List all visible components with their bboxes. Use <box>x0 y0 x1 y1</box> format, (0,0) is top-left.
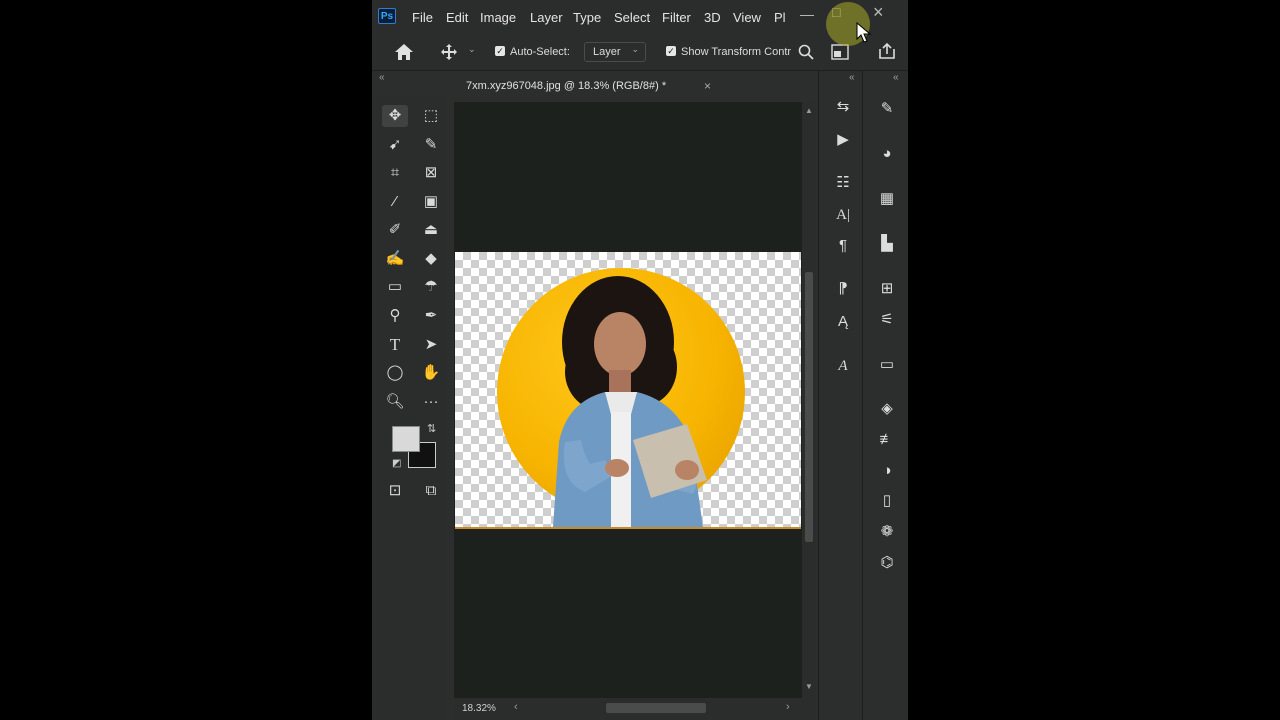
eyedropper-tool[interactable]: ⁄ <box>382 191 408 213</box>
menu-3d[interactable]: 3D <box>704 10 721 25</box>
lasso-tool[interactable]: ➹ <box>382 134 408 156</box>
layers-panel-icon[interactable]: ◈ <box>874 398 900 420</box>
photoshop-logo: Ps <box>378 8 396 24</box>
document-tab-title[interactable]: 7xm.xyz967048.jpg @ 18.3% (RGB/8#) * <box>466 80 666 92</box>
panel-dock-secondary: ⇆ ▶ ☷ A| ¶ ⁋ Ą A <box>830 88 866 608</box>
close-button[interactable]: × <box>873 2 884 23</box>
paths-panel-icon[interactable]: ⌬ <box>874 552 900 574</box>
auto-select-target-dropdown[interactable]: Layer ⌄ <box>584 42 646 62</box>
color-panel-icon[interactable]: ◕ <box>874 143 900 165</box>
menu-view[interactable]: View <box>733 10 761 25</box>
menu-select[interactable]: Select <box>614 10 650 25</box>
default-colors-icon[interactable]: ◩ <box>392 458 401 469</box>
canvas-area[interactable] <box>454 102 802 698</box>
close-document-icon[interactable]: × <box>704 79 711 93</box>
scroll-right-icon[interactable]: › <box>786 701 790 713</box>
menu-image[interactable]: Image <box>480 10 516 25</box>
tools-panel: ✥ ⬚ ➹ ✎ ⌗ ⊠ ⁄ ▣ ✐ ⏏ ✍ ◆ ▭ ☂ ⚲ ✒ T ➤ ◯ ✋ … <box>372 96 446 720</box>
panel-collapse-icon[interactable]: « <box>849 72 855 83</box>
status-bar: 18.32% ‹ › <box>454 698 816 720</box>
panel-collapse-icon[interactable]: « <box>893 72 899 83</box>
show-transform-checkbox[interactable]: ✓ <box>666 46 676 56</box>
swap-colors-icon[interactable]: ⇅ <box>427 422 436 435</box>
options-bar: ⌄ ✓ Auto-Select: Layer ⌄ ✓ Show Transfor… <box>372 34 908 71</box>
chevron-down-icon[interactable]: ⌄ <box>468 44 476 55</box>
crop-tool[interactable]: ⌗ <box>382 162 408 184</box>
paragraph-panel-icon[interactable]: ¶ <box>830 235 856 257</box>
panel-divider <box>818 70 819 720</box>
horizontal-scroll-thumb[interactable] <box>606 703 706 713</box>
notes-panel-icon[interactable]: ▯ <box>874 490 900 512</box>
move-tool-icon[interactable] <box>440 43 458 61</box>
menu-plugins[interactable]: Pl <box>774 10 786 25</box>
foreground-color-swatch[interactable] <box>392 426 420 452</box>
gradients-panel-icon[interactable]: ▭ <box>874 354 900 376</box>
zoom-level[interactable]: 18.32% <box>462 703 496 714</box>
mouse-cursor-icon <box>856 22 872 43</box>
clone-stamp-tool[interactable]: ⏏ <box>418 219 444 241</box>
chevron-down-icon: ⌄ <box>631 44 639 54</box>
path-selection-tool[interactable]: ➤ <box>418 334 444 356</box>
woman-with-tablet-photo <box>553 276 707 527</box>
type-tool[interactable]: T <box>382 334 408 356</box>
paragraph-styles-icon[interactable]: ⁋ <box>830 278 856 300</box>
menu-edit[interactable]: Edit <box>446 10 468 25</box>
frame-tool[interactable]: ⊠ <box>418 162 444 184</box>
scroll-up-icon[interactable]: ▲ <box>805 106 813 115</box>
document-image[interactable] <box>455 252 801 529</box>
home-icon[interactable] <box>394 43 414 61</box>
move-tool[interactable]: ✥ <box>382 105 408 127</box>
workspace-icon[interactable] <box>831 44 849 60</box>
show-transform-label: Show Transform Contr <box>681 46 792 58</box>
marquee-tool[interactable]: ⬚ <box>418 105 444 127</box>
actions-panel-icon[interactable]: ▶ <box>830 129 856 151</box>
properties-panel-icon[interactable]: ☷ <box>830 172 856 194</box>
hand-tool[interactable]: ✋ <box>418 362 444 384</box>
character-panel-icon[interactable]: A| <box>830 204 856 226</box>
ellipse-tool[interactable]: ◯ <box>382 362 408 384</box>
history-panel-icon[interactable]: ⇆ <box>830 96 856 118</box>
swatches-panel-icon[interactable]: ▦ <box>874 188 900 210</box>
vertical-scroll-thumb[interactable] <box>805 272 813 542</box>
auto-select-checkbox[interactable]: ✓ <box>495 46 505 56</box>
quick-selection-tool[interactable]: ✎ <box>418 134 444 156</box>
toolbar-collapse-icon[interactable]: « <box>379 72 385 83</box>
glyphs-panel-icon[interactable]: A <box>830 355 856 377</box>
history-brush-tool[interactable]: ✍ <box>382 248 408 270</box>
menu-filter[interactable]: Filter <box>662 10 691 25</box>
adjustment-layer-icon[interactable]: ◑ <box>874 460 900 482</box>
spot-healing-tool[interactable]: ▣ <box>418 191 444 213</box>
libraries-panel-icon[interactable]: ▙ <box>874 233 900 255</box>
search-icon[interactable] <box>798 44 814 60</box>
document-tab-bar: 7xm.xyz967048.jpg @ 18.3% (RGB/8#) * × <box>454 72 814 102</box>
channels-mixer-icon[interactable]: ❁ <box>874 521 900 543</box>
screen-mode-icon[interactable]: ⧉ <box>418 480 444 502</box>
menu-type[interactable]: Type <box>573 10 601 25</box>
vertical-scrollbar[interactable]: ▲ ▼ <box>802 102 816 698</box>
character-styles-icon[interactable]: Ą <box>830 311 856 333</box>
eraser-tool[interactable]: ◆ <box>418 248 444 270</box>
blur-tool[interactable]: ☂ <box>418 276 444 298</box>
scroll-left-icon[interactable]: ‹ <box>514 701 518 713</box>
pen-tool[interactable]: ✒ <box>418 305 444 327</box>
photoshop-window: Ps File Edit Image Layer Type Select Fil… <box>372 0 908 720</box>
auto-select-target-value: Layer <box>593 46 621 58</box>
more-tools[interactable]: ··· <box>418 391 444 413</box>
adjustments-icon[interactable]: ⚟ <box>874 309 900 331</box>
brush-settings-icon[interactable]: ✎ <box>874 98 900 120</box>
share-icon[interactable] <box>878 42 896 60</box>
auto-select-label: Auto-Select: <box>510 46 570 58</box>
channels-panel-icon[interactable]: ≢ <box>874 429 900 451</box>
gradient-tool[interactable]: ▭ <box>382 276 408 298</box>
minimize-button[interactable]: — <box>800 6 814 22</box>
dodge-tool[interactable]: ⚲ <box>382 305 408 327</box>
menu-file[interactable]: File <box>412 10 433 25</box>
patterns-panel-icon[interactable]: ⊞ <box>874 278 900 300</box>
scroll-down-icon[interactable]: ▼ <box>805 682 813 691</box>
panel-dock-main: ✎ ◕ ▦ ▙ ⊞ ⚟ ▭ ◈ ≢ ◑ ▯ ❁ ⌬ <box>874 88 908 608</box>
menu-layer[interactable]: Layer <box>530 10 563 25</box>
zoom-tool[interactable]: 🔍︎ <box>382 391 408 413</box>
brush-tool[interactable]: ✐ <box>382 219 408 241</box>
quick-mask-icon[interactable]: ⊡ <box>382 480 408 502</box>
